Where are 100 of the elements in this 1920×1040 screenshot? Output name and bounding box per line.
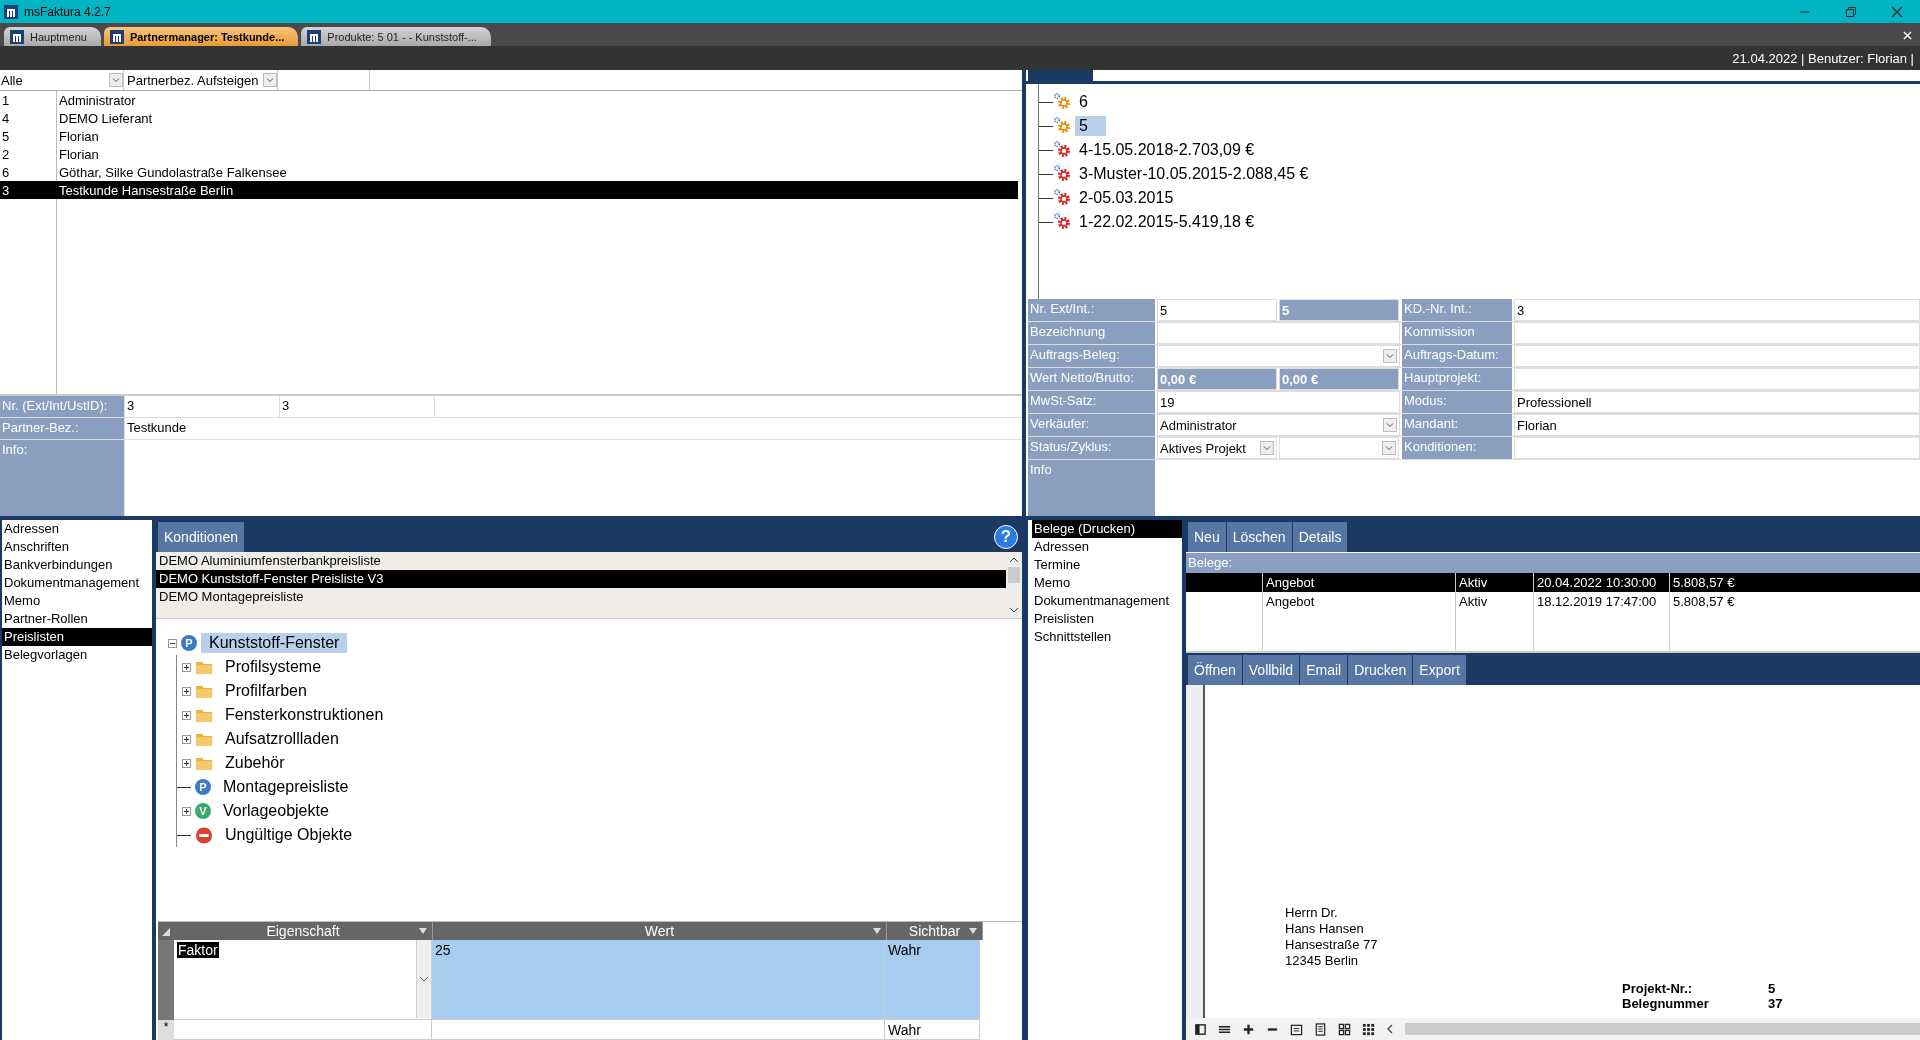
project-item[interactable]: 6 [1075,92,1092,113]
filter-icon[interactable] [969,928,977,934]
text-field[interactable]: 3 [1514,299,1920,321]
grid9-icon[interactable] [1362,1022,1375,1036]
partner-row[interactable]: 4 DEMO Lieferant [0,109,1018,127]
project-item[interactable]: 5 [1075,116,1106,137]
action-button[interactable]: Details [1292,522,1348,552]
page-icon[interactable] [1314,1022,1327,1036]
text-field[interactable] [1514,345,1920,367]
text-field[interactable]: 19 [1157,391,1400,413]
help-button[interactable]: ? [994,525,1018,549]
section-item[interactable]: Dokumentmanagement [2,574,152,592]
section-item[interactable]: Schnittstellen [1032,628,1182,646]
price-list-item[interactable]: DEMO Montagepreisliste [156,588,1006,606]
filter-icon[interactable] [419,928,427,934]
collapse-icon[interactable] [168,638,177,648]
expand-icon[interactable] [182,662,191,672]
section-item[interactable]: Adressen [1032,538,1182,556]
section-item[interactable]: Dokumentmanagement [1032,592,1182,610]
panel-icon[interactable] [1194,1022,1207,1036]
filter-dropdown[interactable]: Alle [0,70,124,90]
section-item[interactable]: Bankverbindungen [2,556,152,574]
action-button[interactable]: Export [1413,655,1466,685]
scroll-left-icon[interactable] [1386,1024,1394,1034]
restore-icon [1845,5,1857,18]
plus-icon[interactable] [1242,1022,1255,1036]
text-field[interactable]: 3 [279,396,434,417]
tree-item[interactable]: Vorlageobjekte [215,801,337,821]
grid4-icon[interactable] [1338,1022,1351,1036]
text-field[interactable]: Professionell [1514,391,1920,413]
action-button[interactable]: Email [1300,655,1348,685]
section-item[interactable]: Memo [2,592,152,610]
section-item[interactable]: Preislisten [2,628,152,646]
doc-icon[interactable] [1290,1022,1303,1036]
tree-item[interactable]: Kunststoff-Fenster [201,633,348,653]
field-label: Nr. Ext/Int.: [1028,299,1155,321]
property-field[interactable]: Faktor [174,940,432,1020]
document-tab[interactable]: Hauptmenu [4,27,101,46]
column-header[interactable]: Sichtbar [887,922,983,940]
conditions-tab[interactable]: Konditionen [158,522,244,552]
section-item[interactable]: Preislisten [1032,610,1182,628]
text-field[interactable]: Florian [1514,414,1920,436]
column-header[interactable]: Eigenschaft [174,922,433,940]
section-item[interactable]: Belegvorlagen [2,646,152,664]
scroll-down-icon[interactable] [1009,606,1019,614]
partner-row[interactable]: 6 Göthar, Silke Gundolastraße Falkensee [0,163,1018,181]
text-field[interactable]: 3 [124,396,279,417]
filter-dropdown[interactable]: Partnerbez. Aufsteigen [124,70,278,90]
tree-item[interactable]: Zubehör [217,753,293,773]
text-field[interactable] [1514,368,1920,390]
project-item[interactable]: 2-05.03.2015 [1075,188,1178,209]
tree-item[interactable]: Profilfarben [217,681,315,701]
expand-icon[interactable] [182,710,191,720]
text-field[interactable]: 5 [1157,299,1277,321]
partner-row[interactable]: 1 Administrator [0,91,1018,109]
section-item[interactable]: Anschriften [2,538,152,556]
expand-icon[interactable] [182,734,191,744]
section-item[interactable]: Termine [1032,556,1182,574]
expand-icon[interactable] [182,758,191,768]
document-tab[interactable]: Produkte: 5 01 - - Kunststoff-... [301,27,491,46]
project-item[interactable]: 4-15.05.2018-2.703,09 € [1075,140,1259,161]
dropdown-icon [263,73,277,87]
partner-row[interactable]: 2 Florian [0,145,1018,163]
price-list-item[interactable]: DEMO Aluminiumfensterbankpreisliste [156,552,1006,570]
action-button[interactable]: Öffnen [1188,655,1242,685]
document-row[interactable]: Angebot Aktiv 20.04.2022 10:30:00 5.808,57 € [1186,573,1920,592]
expand-icon[interactable] [182,686,191,696]
project-item[interactable]: 3-Muster-10.05.2015-2.088,45 € [1075,164,1313,185]
tree-item[interactable]: Ungültige Objekte [217,825,361,845]
expand-icon[interactable] [182,806,191,816]
close-icon[interactable] [1903,31,1912,40]
scrollbar[interactable] [1405,1023,1920,1035]
document-row[interactable]: Angebot Aktiv 18.12.2019 17:47:00 5.808,57 € [1186,592,1920,611]
text-field[interactable] [1514,322,1920,344]
column-header[interactable]: Wert [433,922,887,940]
section-item[interactable]: Memo [1032,574,1182,592]
project-item[interactable]: 1-22.02.2015-5.419,18 € [1075,212,1259,233]
action-button[interactable]: Drucken [1348,655,1413,685]
section-item[interactable]: Belege (Drucken) [1032,520,1182,538]
price-list-item[interactable]: DEMO Kunststoff-Fenster Preisliste V3 [156,570,1006,588]
partner-row[interactable]: 5 Florian [0,127,1018,145]
dropdown-icon[interactable] [419,975,429,983]
action-button[interactable]: Löschen [1226,522,1292,552]
section-item[interactable]: Partner-Rollen [2,610,152,628]
text-field[interactable] [1514,437,1920,459]
tree-item[interactable]: Fensterkonstruktionen [217,705,392,725]
dropdown[interactable]: Administrator [1157,414,1400,436]
tree-item[interactable]: Profilsysteme [217,657,330,677]
text-field[interactable] [1157,322,1400,344]
section-item[interactable]: Adressen [2,520,152,538]
filter-icon[interactable] [873,928,881,934]
dropdown[interactable]: Aktives Projekt [1157,437,1277,459]
document-tab[interactable]: Partnermanager: Testkunde... [103,27,299,46]
scroll-up-icon[interactable] [1009,556,1019,564]
action-button[interactable]: Neu [1188,522,1226,552]
tree-item[interactable]: Montagepreisliste [215,777,357,797]
tree-item[interactable]: Aufsatzrollladen [217,729,347,749]
partner-row[interactable]: 3 Testkunde Hansestraße Berlin [0,181,1018,199]
grid-corner-icon[interactable] [158,922,174,940]
action-button[interactable]: Vollbild [1242,655,1300,685]
